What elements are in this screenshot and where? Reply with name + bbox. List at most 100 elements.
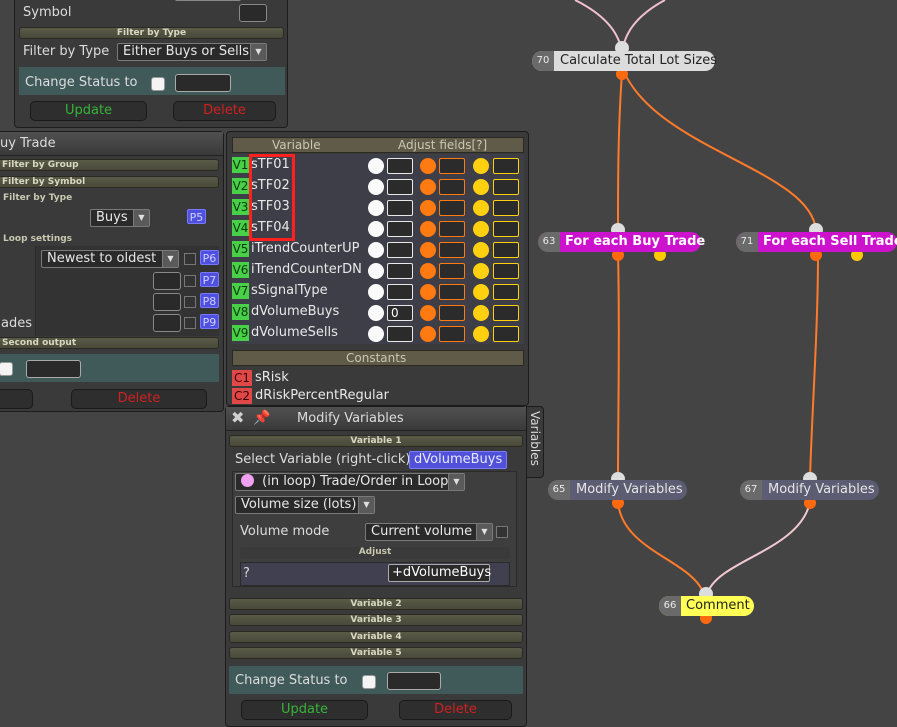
delete-button[interactable]: Delete: [399, 700, 512, 720]
adjust-field-orange[interactable]: [439, 200, 465, 216]
adjust-field-yellow[interactable]: [493, 179, 519, 195]
adjust-field-orange[interactable]: [439, 284, 465, 300]
adjust-field-yellow[interactable]: [493, 200, 519, 216]
adjust-fields-header[interactable]: Adjust fields[?]: [398, 137, 487, 153]
param-p5-badge[interactable]: P5: [187, 209, 206, 224]
p7-field[interactable]: [153, 272, 181, 290]
volume-mode-checkbox[interactable]: [496, 526, 508, 538]
node-66-comment[interactable]: 66 Comment: [659, 596, 754, 616]
change-status-checkbox[interactable]: [362, 675, 376, 689]
orange-circle-icon: [420, 305, 436, 321]
section-loop-settings[interactable]: Loop settings: [0, 234, 217, 246]
section-filter-by-type[interactable]: Filter by Type: [19, 27, 284, 39]
param-p7-badge[interactable]: P7: [200, 272, 219, 287]
section-filter-by-group[interactable]: Filter by Group: [0, 159, 219, 171]
p8-checkbox[interactable]: [184, 296, 196, 308]
section-second-output[interactable]: Second output: [0, 337, 219, 349]
node-67-modify-variables[interactable]: 67 Modify Variables: [740, 480, 879, 500]
variable-row-v9[interactable]: V9 dVolumeSells: [227, 325, 527, 343]
selected-variable-chip[interactable]: dVolumeBuys: [409, 451, 508, 469]
variable-badge: V2: [232, 178, 249, 194]
param-p8-badge[interactable]: P8: [200, 293, 219, 308]
param-p9-badge[interactable]: P9: [200, 314, 219, 329]
wire-71-to-67: [809, 253, 819, 479]
adjust-field-white[interactable]: [387, 284, 413, 300]
adjust-field-orange[interactable]: [439, 305, 465, 321]
section-filter-by-type[interactable]: Filter by Type: [0, 193, 217, 205]
loop-order-value: Newest to oldest: [47, 251, 157, 266]
change-status-field[interactable]: [175, 74, 231, 92]
change-status-checkbox[interactable]: [0, 362, 13, 376]
change-status-field[interactable]: [387, 672, 441, 690]
section-variable-4[interactable]: Variable 4: [229, 631, 523, 643]
delete-button[interactable]: Delete: [71, 389, 207, 409]
p9-field[interactable]: [153, 314, 181, 332]
close-icon[interactable]: ✖: [231, 410, 244, 426]
section-filter-by-symbol[interactable]: Filter by Symbol: [0, 176, 219, 188]
adjust-field-yellow[interactable]: [493, 284, 519, 300]
node-65-modify-variables[interactable]: 65 Modify Variables: [548, 480, 687, 500]
adjust-field-orange[interactable]: [439, 263, 465, 279]
source-select[interactable]: (in loop) Trade/Order in Loop ▼: [235, 473, 465, 491]
update-button[interactable]: [0, 389, 33, 409]
adjust-field-orange[interactable]: [439, 179, 465, 195]
p6-checkbox[interactable]: [184, 253, 196, 265]
adjust-field-yellow[interactable]: [493, 326, 519, 342]
param-p6-badge[interactable]: P6: [200, 250, 219, 265]
variable-row-v5[interactable]: V5 iTrendCounterUP: [227, 241, 527, 259]
adjust-field-white[interactable]: [387, 158, 413, 174]
volume-mode-select[interactable]: Current volume ▼: [365, 523, 493, 541]
pin-icon[interactable]: 📌: [253, 410, 270, 426]
node-70-calculate-total-lot-sizes[interactable]: 70 Calculate Total Lot Sizes: [532, 51, 717, 71]
adjust-field-yellow[interactable]: [493, 242, 519, 258]
panel-title: Modify Variables: [297, 411, 404, 426]
update-button[interactable]: Update: [30, 101, 147, 121]
change-status-checkbox[interactable]: [151, 77, 165, 91]
update-button[interactable]: Update: [241, 700, 368, 720]
section-variable-5[interactable]: Variable 5: [229, 647, 523, 659]
adjust-field-yellow[interactable]: [493, 263, 519, 279]
variable-name: dVolumeBuys: [251, 304, 340, 319]
adjust-field-yellow[interactable]: [493, 158, 519, 174]
symbol-field[interactable]: [175, 0, 241, 1]
order-type-select[interactable]: Buys ▼: [90, 209, 150, 227]
adjust-help-label[interactable]: ?: [243, 566, 250, 582]
node-63-for-each-buy-trade[interactable]: 63 For each Buy Trade: [538, 232, 705, 252]
p8-field[interactable]: [153, 293, 181, 311]
adjust-field-white[interactable]: [387, 242, 413, 258]
adjust-value-field[interactable]: +dVolumeBuys: [388, 564, 491, 582]
variable-row-v6[interactable]: V6 iTrendCounterDN: [227, 262, 527, 280]
adjust-field-white[interactable]: 0: [387, 305, 413, 321]
adjust-field-orange[interactable]: [439, 158, 465, 174]
variables-side-tab[interactable]: Variables: [526, 406, 544, 478]
adjust-field-orange[interactable]: [439, 221, 465, 237]
variable-name: iTrendCounterDN: [251, 262, 362, 277]
adjust-field-white[interactable]: [387, 326, 413, 342]
filter-by-type-select[interactable]: Either Buys or Sells ▼: [117, 43, 267, 61]
adjust-field-white[interactable]: [387, 221, 413, 237]
variable-row-v7[interactable]: V7 sSignalType: [227, 283, 527, 301]
property-select[interactable]: Volume size (lots) ▼: [235, 496, 375, 514]
delete-button[interactable]: Delete: [173, 101, 276, 121]
change-status-field[interactable]: [26, 360, 81, 378]
variable-row-v8[interactable]: V8 dVolumeBuys 0: [227, 304, 527, 322]
p9-checkbox[interactable]: [184, 317, 196, 329]
adjust-field-white[interactable]: [387, 179, 413, 195]
section-variable-1[interactable]: Variable 1: [229, 435, 523, 447]
adjust-field-orange[interactable]: [439, 326, 465, 342]
loop-order-select[interactable]: Newest to oldest ▼: [41, 250, 179, 268]
constant-row-c2[interactable]: C2 dRiskPercentRegular: [227, 388, 527, 405]
adjust-field-white[interactable]: [387, 263, 413, 279]
adjust-field-yellow[interactable]: [493, 221, 519, 237]
constant-row-c1[interactable]: C1 sRisk: [227, 370, 527, 387]
p7-checkbox[interactable]: [184, 275, 196, 287]
adjust-field-white[interactable]: [387, 200, 413, 216]
section-variable-2[interactable]: Variable 2: [229, 598, 523, 610]
symbol-checkbox[interactable]: [239, 4, 267, 22]
adjust-field-yellow[interactable]: [493, 305, 519, 321]
volume-mode-value: Current volume: [371, 524, 473, 539]
adjust-field-orange[interactable]: [439, 242, 465, 258]
wire-70-to-63: [617, 71, 623, 231]
section-variable-3[interactable]: Variable 3: [229, 614, 523, 626]
node-71-for-each-sell-trade[interactable]: 71 For each Sell Trade: [736, 232, 897, 252]
